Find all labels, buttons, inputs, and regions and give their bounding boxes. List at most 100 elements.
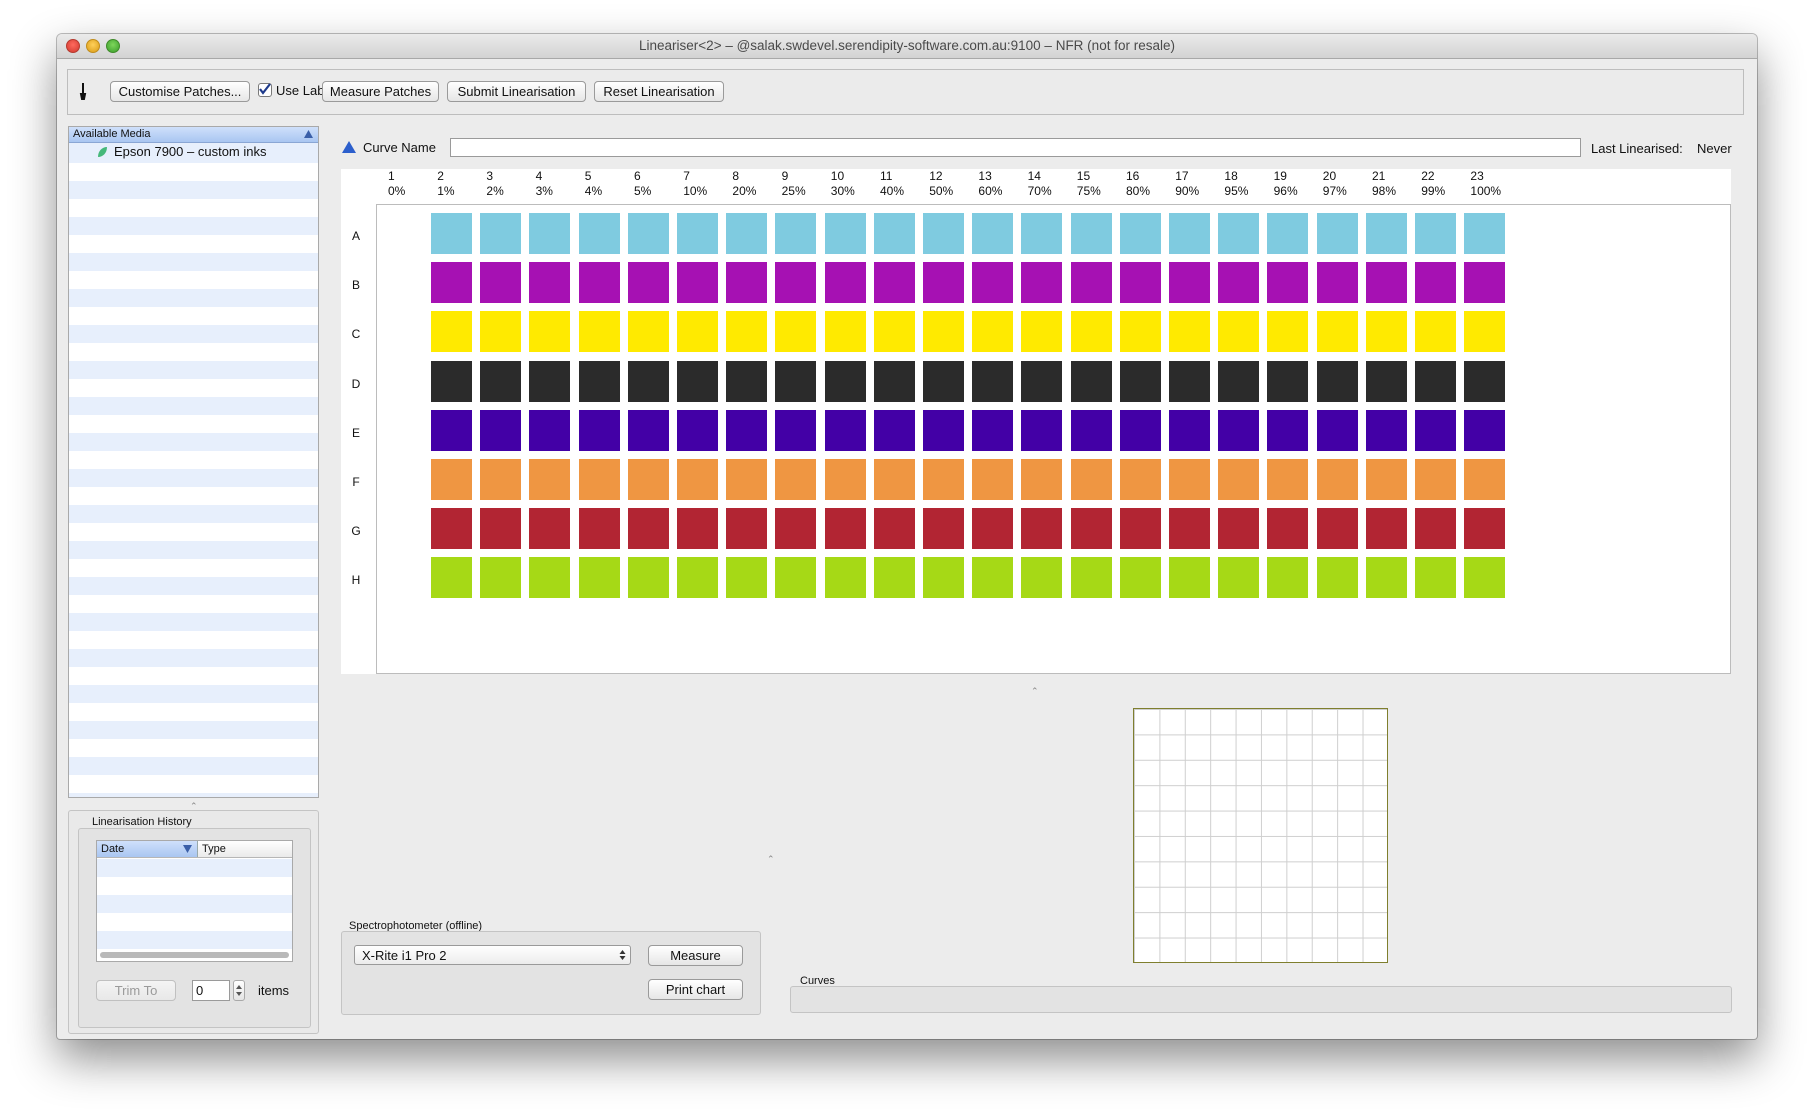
patch-B-15[interactable] — [1070, 262, 1112, 304]
patch-D-19[interactable] — [1267, 360, 1309, 402]
patch-B-2[interactable] — [431, 262, 472, 304]
patch-G-23[interactable] — [1464, 508, 1506, 550]
patch-B-10[interactable] — [824, 262, 866, 304]
patch-E-17[interactable] — [1169, 409, 1210, 451]
patch-G-3[interactable] — [480, 508, 522, 550]
patch-F-9[interactable] — [775, 459, 817, 500]
patch-F-20[interactable] — [1316, 459, 1358, 500]
patch-A-12[interactable] — [923, 213, 964, 254]
patch-B-17[interactable] — [1169, 262, 1210, 304]
patch-C-2[interactable] — [431, 311, 472, 353]
trim-count-stepper[interactable] — [233, 980, 245, 1001]
patch-B-5[interactable] — [578, 262, 620, 304]
patch-E-12[interactable] — [923, 409, 964, 451]
patch-B-23[interactable] — [1464, 262, 1506, 304]
patch-E-3[interactable] — [480, 409, 522, 451]
patch-D-17[interactable] — [1169, 360, 1210, 402]
reset-linearisation-button[interactable]: Reset Linearisation — [594, 81, 724, 102]
patch-G-20[interactable] — [1316, 508, 1358, 550]
zoom-window-button[interactable] — [106, 39, 120, 53]
patch-E-2[interactable] — [431, 409, 472, 451]
patch-D-11[interactable] — [873, 360, 915, 402]
patch-H-18[interactable] — [1218, 557, 1260, 599]
patch-D-15[interactable] — [1070, 360, 1112, 402]
patch-H-12[interactable] — [923, 557, 964, 599]
eyedropper-icon[interactable] — [78, 82, 88, 102]
patch-H-22[interactable] — [1415, 557, 1456, 599]
patch-F-13[interactable] — [972, 459, 1014, 500]
patch-A-14[interactable] — [1021, 213, 1063, 254]
patch-F-2[interactable] — [431, 459, 472, 500]
patch-E-13[interactable] — [972, 409, 1014, 451]
patch-C-12[interactable] — [923, 311, 964, 353]
patch-C-20[interactable] — [1316, 311, 1358, 353]
patch-A-8[interactable] — [726, 213, 768, 254]
close-window-button[interactable] — [66, 39, 80, 53]
patch-F-21[interactable] — [1365, 459, 1407, 500]
patch-F-14[interactable] — [1021, 459, 1063, 500]
minimize-window-button[interactable] — [86, 39, 100, 53]
patch-F-7[interactable] — [677, 459, 718, 500]
patch-C-5[interactable] — [578, 311, 620, 353]
patch-C-7[interactable] — [677, 311, 718, 353]
measure-button[interactable]: Measure — [648, 945, 743, 966]
patch-E-6[interactable] — [627, 409, 669, 451]
patch-E-5[interactable] — [578, 409, 620, 451]
patch-H-16[interactable] — [1119, 557, 1161, 599]
patch-D-12[interactable] — [923, 360, 964, 402]
submit-linearisation-button[interactable]: Submit Linearisation — [447, 81, 586, 102]
patch-G-21[interactable] — [1365, 508, 1407, 550]
patch-A-16[interactable] — [1119, 213, 1161, 254]
horizontal-scrollbar[interactable] — [100, 952, 289, 958]
patch-H-6[interactable] — [627, 557, 669, 599]
patch-C-13[interactable] — [972, 311, 1014, 353]
patch-B-16[interactable] — [1119, 262, 1161, 304]
patch-A-7[interactable] — [677, 213, 718, 254]
patch-C-21[interactable] — [1365, 311, 1407, 353]
patch-H-17[interactable] — [1169, 557, 1210, 599]
patch-D-2[interactable] — [431, 360, 472, 402]
patch-E-23[interactable] — [1464, 409, 1506, 451]
patch-C-9[interactable] — [775, 311, 817, 353]
splitter-handle[interactable]: ⌃ — [1031, 686, 1039, 697]
patch-A-11[interactable] — [873, 213, 915, 254]
patch-C-10[interactable] — [824, 311, 866, 353]
patch-F-12[interactable] — [923, 459, 964, 500]
patch-D-14[interactable] — [1021, 360, 1063, 402]
patch-C-15[interactable] — [1070, 311, 1112, 353]
print-chart-button[interactable]: Print chart — [648, 979, 743, 1000]
patch-D-23[interactable] — [1464, 360, 1506, 402]
patch-G-14[interactable] — [1021, 508, 1063, 550]
patch-D-9[interactable] — [775, 360, 817, 402]
patch-F-8[interactable] — [726, 459, 768, 500]
patch-G-22[interactable] — [1415, 508, 1456, 550]
patch-A-21[interactable] — [1365, 213, 1407, 254]
patch-F-6[interactable] — [627, 459, 669, 500]
patch-D-22[interactable] — [1415, 360, 1456, 402]
patch-H-7[interactable] — [677, 557, 718, 599]
patch-B-22[interactable] — [1415, 262, 1456, 304]
patch-G-15[interactable] — [1070, 508, 1112, 550]
patch-C-17[interactable] — [1169, 311, 1210, 353]
patch-F-3[interactable] — [480, 459, 522, 500]
patch-C-18[interactable] — [1218, 311, 1260, 353]
patch-C-6[interactable] — [627, 311, 669, 353]
patch-B-20[interactable] — [1316, 262, 1358, 304]
patch-D-20[interactable] — [1316, 360, 1358, 402]
patch-A-17[interactable] — [1169, 213, 1210, 254]
patch-B-8[interactable] — [726, 262, 768, 304]
patch-F-17[interactable] — [1169, 459, 1210, 500]
patch-E-21[interactable] — [1365, 409, 1407, 451]
patch-D-6[interactable] — [627, 360, 669, 402]
patch-A-9[interactable] — [775, 213, 817, 254]
patch-E-9[interactable] — [775, 409, 817, 451]
splitter-handle[interactable]: ⌃ — [767, 854, 775, 865]
patch-E-4[interactable] — [529, 409, 571, 451]
patch-B-12[interactable] — [923, 262, 964, 304]
patch-H-13[interactable] — [972, 557, 1014, 599]
collapse-triangle-icon[interactable] — [342, 141, 356, 153]
patch-D-8[interactable] — [726, 360, 768, 402]
patch-C-8[interactable] — [726, 311, 768, 353]
patch-D-13[interactable] — [972, 360, 1014, 402]
patch-A-20[interactable] — [1316, 213, 1358, 254]
